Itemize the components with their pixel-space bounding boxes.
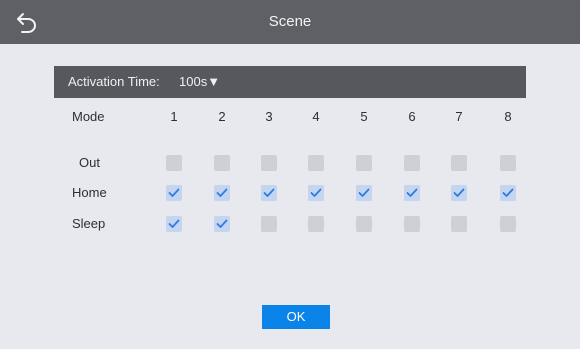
checkbox-home-3[interactable] bbox=[261, 185, 277, 201]
column-header-4: 4 bbox=[312, 109, 320, 124]
checkbox-out-1[interactable] bbox=[166, 155, 182, 171]
checkbox-home-2[interactable] bbox=[214, 185, 230, 201]
checkmark-icon bbox=[168, 219, 180, 228]
checkbox-sleep-3[interactable] bbox=[261, 216, 277, 232]
checkbox-sleep-6[interactable] bbox=[404, 216, 420, 232]
column-header-5: 5 bbox=[360, 109, 368, 124]
activation-time-dropdown[interactable]: 100s▼ bbox=[179, 74, 220, 89]
checkbox-out-3[interactable] bbox=[261, 155, 277, 171]
checkmark-icon bbox=[263, 188, 275, 197]
activation-time-label: Activation Time: bbox=[68, 74, 160, 89]
checkmark-icon bbox=[406, 188, 418, 197]
checkbox-home-7[interactable] bbox=[451, 185, 467, 201]
checkbox-out-6[interactable] bbox=[404, 155, 420, 171]
column-header-2: 2 bbox=[218, 109, 226, 124]
checkbox-out-4[interactable] bbox=[308, 155, 324, 171]
column-header-7: 7 bbox=[455, 109, 463, 124]
mode-label: Mode bbox=[72, 109, 105, 124]
checkbox-home-1[interactable] bbox=[166, 185, 182, 201]
checkbox-sleep-5[interactable] bbox=[356, 216, 372, 232]
column-header-3: 3 bbox=[265, 109, 273, 124]
column-header-6: 6 bbox=[408, 109, 416, 124]
checkbox-sleep-1[interactable] bbox=[166, 216, 182, 232]
page-title: Scene bbox=[268, 13, 312, 30]
row-label-sleep: Sleep bbox=[72, 216, 106, 231]
checkbox-home-6[interactable] bbox=[404, 185, 420, 201]
column-header-1: 1 bbox=[170, 109, 178, 124]
checkmark-icon bbox=[453, 188, 465, 197]
checkmark-icon bbox=[358, 188, 370, 197]
checkmark-icon bbox=[502, 188, 514, 197]
checkbox-out-5[interactable] bbox=[356, 155, 372, 171]
checkbox-out-2[interactable] bbox=[214, 155, 230, 171]
checkmark-icon bbox=[216, 219, 228, 228]
row-label-home: Home bbox=[72, 185, 107, 200]
activation-time-bar: Activation Time: 100s▼ bbox=[54, 66, 526, 98]
checkbox-home-4[interactable] bbox=[308, 185, 324, 201]
checkbox-home-5[interactable] bbox=[356, 185, 372, 201]
checkbox-sleep-2[interactable] bbox=[214, 216, 230, 232]
checkbox-sleep-4[interactable] bbox=[308, 216, 324, 232]
ok-button[interactable]: OK bbox=[262, 305, 330, 329]
checkbox-out-8[interactable] bbox=[500, 155, 516, 171]
checkbox-out-7[interactable] bbox=[451, 155, 467, 171]
checkbox-home-8[interactable] bbox=[500, 185, 516, 201]
column-header-8: 8 bbox=[504, 109, 512, 124]
checkmark-icon bbox=[168, 188, 180, 197]
checkbox-sleep-7[interactable] bbox=[451, 216, 467, 232]
checkbox-sleep-8[interactable] bbox=[500, 216, 516, 232]
checkmark-icon bbox=[310, 188, 322, 197]
title-bar: Scene bbox=[0, 0, 580, 44]
checkmark-icon bbox=[216, 188, 228, 197]
row-label-out: Out bbox=[79, 155, 100, 170]
